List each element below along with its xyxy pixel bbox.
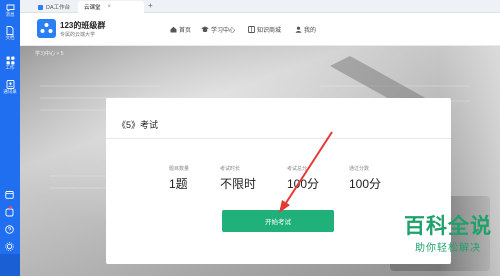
rail-item-work[interactable]: 工作 bbox=[0, 56, 20, 71]
rail-item-label: 通讯录 bbox=[3, 89, 17, 94]
new-tab-icon[interactable]: + bbox=[148, 1, 153, 10]
chat-icon bbox=[6, 4, 14, 12]
home-icon bbox=[170, 26, 177, 33]
stat-value: 100分 bbox=[287, 177, 320, 191]
watermark-subtitle: 助你轻松解决 bbox=[415, 243, 481, 254]
stat-label: 题目数量 bbox=[169, 166, 190, 172]
app-icon bbox=[38, 4, 43, 10]
stat-total-score: 考试总分 100分 bbox=[287, 165, 319, 192]
nav-label: 我的 bbox=[304, 28, 317, 34]
close-icon[interactable]: × bbox=[108, 4, 112, 10]
nav-label: 学习中心 bbox=[211, 28, 236, 34]
nav-home[interactable]: 首页 bbox=[170, 25, 191, 34]
tab-label: 云课堂 bbox=[84, 5, 101, 11]
rail-item-docs[interactable]: 文档 bbox=[0, 26, 20, 41]
breadcrumb[interactable]: 学习中心 > 5 bbox=[35, 50, 63, 57]
stat-value: 1题 bbox=[169, 177, 188, 191]
calendar-icon[interactable] bbox=[5, 190, 14, 199]
class-subtitle: 专属的云端大学 bbox=[60, 32, 96, 38]
group-icon bbox=[40, 23, 53, 33]
tab-label: DA工作台 bbox=[46, 5, 71, 11]
user-avatar-area[interactable] bbox=[0, 254, 20, 276]
nav-learning-center[interactable]: 学习中心 bbox=[201, 25, 235, 34]
document-icon bbox=[6, 26, 14, 35]
tab-bar: DA工作台 云课堂 × + bbox=[20, 0, 500, 13]
rail-item-label: 消息 bbox=[5, 12, 15, 17]
nav-mine[interactable]: 我的 bbox=[295, 25, 316, 34]
help-icon[interactable] bbox=[5, 225, 14, 234]
watermark-title: 百科全说 bbox=[404, 215, 492, 238]
settings-icon[interactable] bbox=[5, 242, 14, 251]
stat-label: 考试时长 bbox=[220, 166, 241, 172]
rail-item-label: 工作 bbox=[5, 65, 15, 70]
rail-item-messages[interactable]: 消息 bbox=[0, 4, 20, 18]
app-rail: 消息 文档 工作 通讯录 bbox=[0, 0, 20, 276]
stat-pass-score: 通过分数 100分 bbox=[349, 165, 381, 192]
rail-item-label: 文档 bbox=[5, 35, 15, 40]
grid-icon bbox=[6, 56, 14, 65]
tab-workbench[interactable]: DA工作台 bbox=[32, 1, 76, 13]
stat-label: 通过分数 bbox=[349, 166, 370, 172]
rail-item-contacts[interactable]: 通讯录 bbox=[0, 80, 20, 95]
book-icon bbox=[248, 26, 255, 33]
stat-question-count: 题目数量 1题 bbox=[169, 165, 189, 192]
nav-knowledge-mall[interactable]: 知识商城 bbox=[248, 25, 281, 34]
nav-label: 知识商城 bbox=[257, 28, 282, 34]
class-logo bbox=[37, 19, 56, 38]
watermark: 百科全说 助你轻松解决 bbox=[404, 215, 492, 254]
exam-title: 《5》考试 bbox=[117, 120, 159, 130]
contacts-icon bbox=[6, 80, 14, 89]
start-exam-button[interactable]: 开始考试 bbox=[222, 210, 334, 232]
user-icon bbox=[295, 26, 302, 33]
notification-badge bbox=[9, 206, 12, 209]
stat-value: 不限时 bbox=[220, 177, 257, 191]
stat-duration: 考试时长 不限时 bbox=[220, 165, 256, 192]
stat-label: 考试总分 bbox=[287, 166, 308, 172]
app-header: 123的班级群 专属的云端大学 首页 学习中心 知识商城 我的 bbox=[20, 13, 500, 46]
nav-label: 首页 bbox=[179, 28, 192, 34]
stat-value: 100分 bbox=[349, 177, 382, 191]
tab-cloud-classroom[interactable]: 云课堂 × bbox=[78, 1, 144, 13]
class-name: 123的班级群 bbox=[60, 21, 106, 30]
exam-card: 《5》考试 题目数量 1题 考试时长 不限时 考试总分 100分 通过分数 10… bbox=[106, 98, 451, 264]
divider bbox=[106, 138, 451, 139]
notification-icon[interactable] bbox=[5, 208, 14, 217]
graduation-icon bbox=[201, 26, 209, 32]
